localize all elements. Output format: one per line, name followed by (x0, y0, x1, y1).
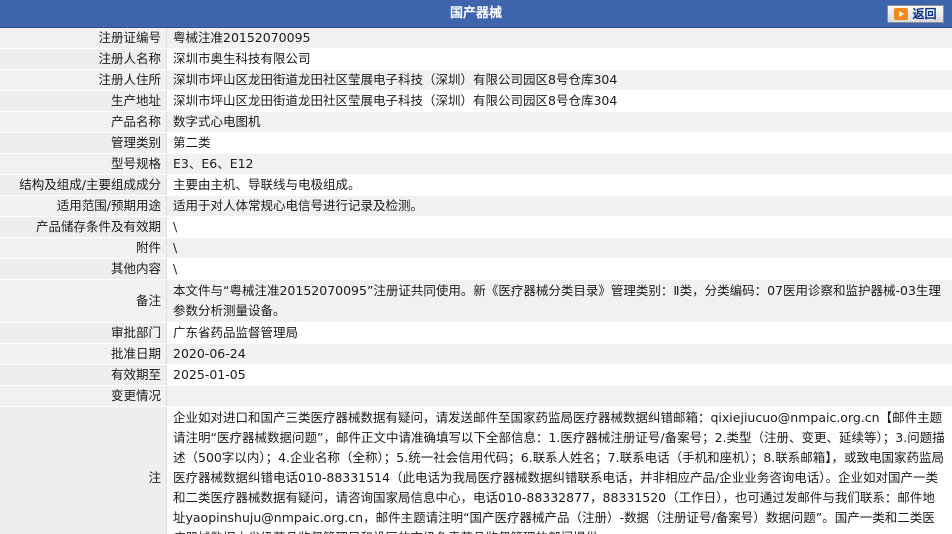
field-label: 有效期至 (0, 365, 166, 385)
table-row: 产品名称 数字式心电图机 (0, 112, 952, 133)
field-label: 产品名称 (0, 112, 166, 132)
table-row: 注册人名称 深圳市奥生科技有限公司 (0, 49, 952, 70)
field-value: 深圳市奥生科技有限公司 (166, 49, 952, 69)
field-label: 变更情况 (0, 386, 166, 406)
field-value: 广东省药品监督管理局 (166, 323, 952, 343)
field-label: 注册人住所 (0, 70, 166, 90)
table-row: 产品储存条件及有效期 \ (0, 217, 952, 238)
back-button[interactable]: 返回 (887, 5, 944, 23)
field-label: 管理类别 (0, 133, 166, 153)
field-label: 结构及组成/主要组成成分 (0, 175, 166, 195)
field-label: 注册证编号 (0, 28, 166, 48)
table-row: 审批部门 广东省药品监督管理局 (0, 323, 952, 344)
field-value (166, 386, 952, 406)
back-button-label: 返回 (912, 7, 937, 21)
field-label: 备注 (0, 280, 166, 322)
field-label: 附件 (0, 238, 166, 258)
field-label: 注册人名称 (0, 49, 166, 69)
field-label: 注 (0, 407, 166, 534)
field-value: 第二类 (166, 133, 952, 153)
field-value: \ (166, 217, 952, 237)
table-row: 注 企业如对进口和国产三类医疗器械数据有疑问，请发送邮件至国家药监局医疗器械数据… (0, 407, 952, 534)
field-value: 粤械注准20152070095 (166, 28, 952, 48)
table-row: 批准日期 2020-06-24 (0, 344, 952, 365)
table-row: 结构及组成/主要组成成分 主要由主机、导联线与电极组成。 (0, 175, 952, 196)
table-row: 附件 \ (0, 238, 952, 259)
table-row: 备注 本文件与“粤械注准20152070095”注册证共同使用。新《医疗器械分类… (0, 280, 952, 323)
field-value: 2025-01-05 (166, 365, 952, 385)
page-title: 国产器械 (449, 6, 502, 21)
field-value: E3、E6、E12 (166, 154, 952, 174)
field-label: 其他内容 (0, 259, 166, 279)
field-label: 生产地址 (0, 91, 166, 111)
field-value: 深圳市坪山区龙田街道龙田社区莹展电子科技（深圳）有限公司园区8号仓库304 (166, 70, 952, 90)
field-label: 适用范围/预期用途 (0, 196, 166, 216)
table-row: 管理类别 第二类 (0, 133, 952, 154)
field-label: 产品储存条件及有效期 (0, 217, 166, 237)
field-value: 数字式心电图机 (166, 112, 952, 132)
table-row: 变更情况 (0, 386, 952, 407)
field-value: \ (166, 259, 952, 279)
detail-table: 注册证编号 粤械注准20152070095 注册人名称 深圳市奥生科技有限公司 … (0, 28, 952, 534)
field-label: 批准日期 (0, 344, 166, 364)
field-label: 审批部门 (0, 323, 166, 343)
back-arrow-icon (894, 8, 909, 20)
field-value: 适用于对人体常规心电信号进行记录及检测。 (166, 196, 952, 216)
field-value: 企业如对进口和国产三类医疗器械数据有疑问，请发送邮件至国家药监局医疗器械数据纠错… (166, 407, 952, 534)
field-value: 主要由主机、导联线与电极组成。 (166, 175, 952, 195)
page-header: 国产器械 返回 (0, 0, 952, 28)
table-row: 其他内容 \ (0, 259, 952, 280)
table-row: 注册证编号 粤械注准20152070095 (0, 28, 952, 49)
table-row: 注册人住所 深圳市坪山区龙田街道龙田社区莹展电子科技（深圳）有限公司园区8号仓库… (0, 70, 952, 91)
table-row: 有效期至 2025-01-05 (0, 365, 952, 386)
table-row: 型号规格 E3、E6、E12 (0, 154, 952, 175)
field-value: \ (166, 238, 952, 258)
field-label: 型号规格 (0, 154, 166, 174)
table-row: 适用范围/预期用途 适用于对人体常规心电信号进行记录及检测。 (0, 196, 952, 217)
table-row: 生产地址 深圳市坪山区龙田街道龙田社区莹展电子科技（深圳）有限公司园区8号仓库3… (0, 91, 952, 112)
field-value: 本文件与“粤械注准20152070095”注册证共同使用。新《医疗器械分类目录》… (166, 280, 952, 322)
field-value: 深圳市坪山区龙田街道龙田社区莹展电子科技（深圳）有限公司园区8号仓库304 (166, 91, 952, 111)
field-value: 2020-06-24 (166, 344, 952, 364)
